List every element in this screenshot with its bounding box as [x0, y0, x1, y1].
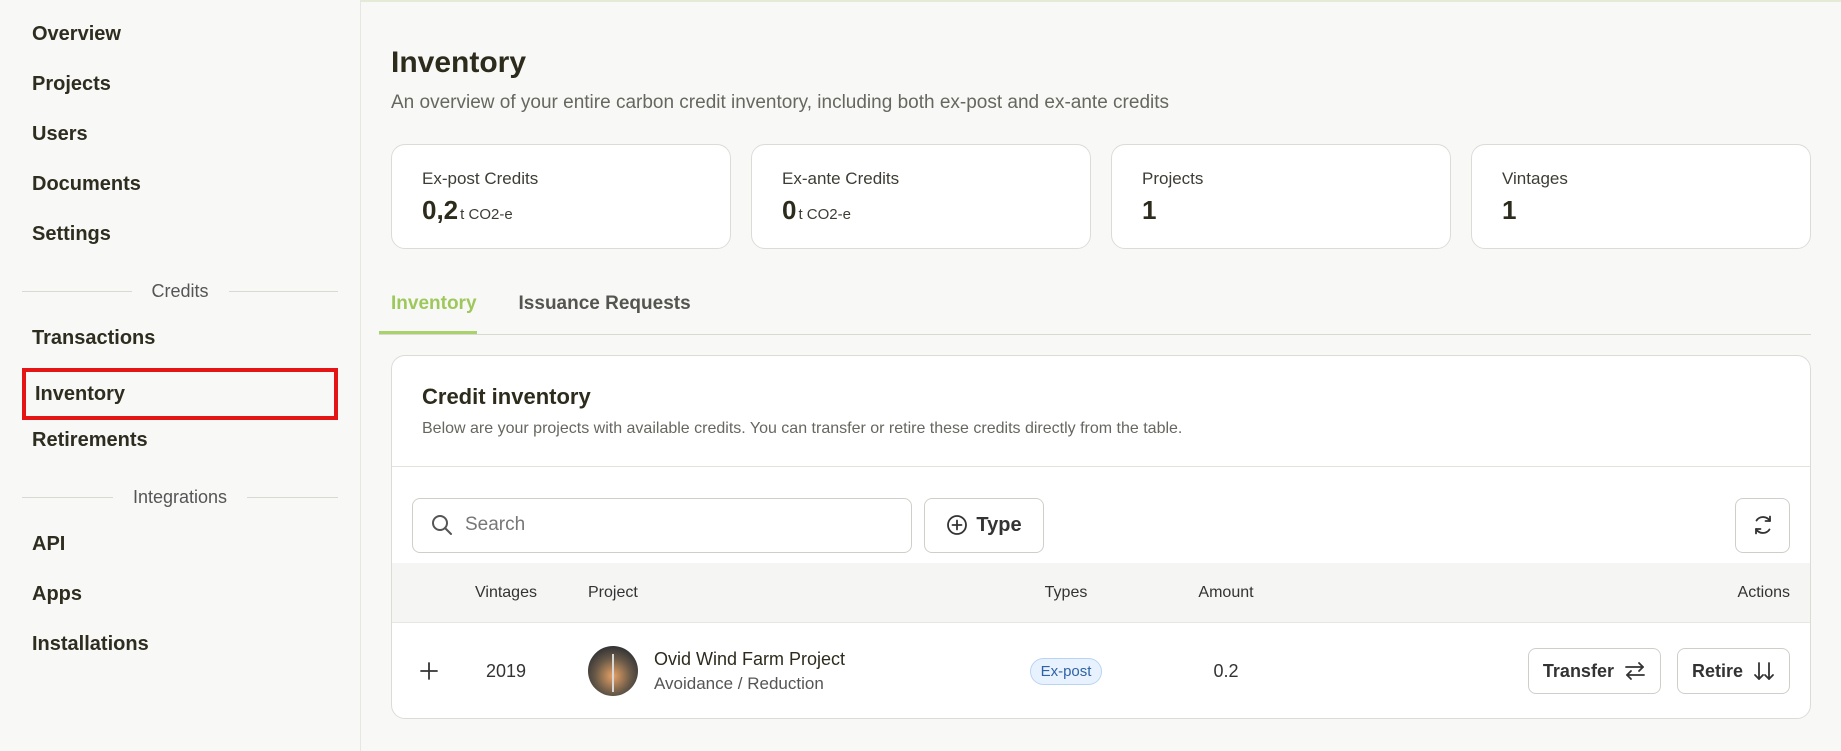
cell-project: Ovid Wind Farm Project Avoidance / Reduc…	[546, 646, 986, 696]
stats-row: Ex-post Credits 0,2 t CO2-e Ex-ante Credi…	[391, 144, 1811, 249]
sidebar-item-projects[interactable]: Projects	[0, 64, 360, 114]
type-filter-button[interactable]: Type	[924, 497, 1044, 553]
type-filter-label: Type	[976, 513, 1022, 536]
stat-card-projects: Projects 1	[1111, 144, 1451, 249]
stat-unit: t CO2-e	[460, 206, 513, 223]
cell-actions: Transfer Retire	[1306, 648, 1810, 694]
section-label-integrations: Integrations	[132, 486, 228, 507]
table-header: Vintages Project Types Amount Actions	[392, 563, 1810, 623]
divider-line	[247, 496, 338, 498]
sidebar-item-transactions[interactable]: Transactions	[0, 318, 360, 368]
divider-line	[22, 496, 113, 498]
expand-row-button[interactable]	[392, 661, 466, 681]
transfer-button[interactable]: Transfer	[1527, 648, 1661, 694]
project-category: Avoidance / Reduction	[654, 673, 824, 693]
sidebar-item-inventory[interactable]: Inventory	[22, 368, 338, 420]
sidebar-item-api[interactable]: API	[0, 524, 360, 574]
panel-header: Credit inventory Below are your projects…	[392, 356, 1810, 467]
cell-types: Ex-post	[986, 657, 1146, 685]
th-amount: Amount	[1198, 583, 1254, 601]
th-actions: Actions	[1737, 583, 1790, 601]
stat-card-ex-ante: Ex-ante Credits 0t CO2-e	[751, 144, 1091, 249]
sidebar-item-documents[interactable]: Documents	[0, 164, 360, 214]
stat-label: Ex-ante Credits	[782, 169, 900, 188]
stat-card-ex-post: Ex-post Credits 0,2 t CO2-e	[391, 144, 731, 249]
stat-number: 1	[1502, 195, 1517, 225]
transfer-label: Transfer	[1542, 660, 1614, 681]
stat-number: 1	[1142, 195, 1157, 225]
sidebar-item-apps[interactable]: Apps	[0, 574, 360, 624]
stat-value: 1	[1142, 195, 1420, 226]
section-label-credits: Credits	[151, 280, 209, 301]
retire-button[interactable]: Retire	[1676, 648, 1790, 694]
divider-line	[22, 290, 132, 292]
th-vintages: Vintages	[475, 583, 537, 601]
project-thumbnail	[588, 646, 638, 696]
retire-label: Retire	[1691, 660, 1743, 681]
panel-description: Below are your projects with available c…	[422, 420, 1183, 437]
stat-value: 0t CO2-e	[782, 195, 1060, 226]
refresh-button[interactable]	[1735, 497, 1790, 553]
page-title: Inventory	[391, 46, 527, 79]
sidebar-item-users[interactable]: Users	[0, 114, 360, 164]
stat-number: 0	[782, 195, 797, 225]
table-toolbar: Type	[392, 467, 1810, 563]
divider-line	[228, 290, 339, 292]
th-types: Types	[1044, 583, 1088, 601]
project-text: Ovid Wind Farm Project Avoidance / Reduc…	[654, 649, 845, 694]
plus-circle-icon	[947, 515, 968, 535]
th-project: Project	[588, 583, 638, 601]
stat-label: Projects	[1142, 169, 1204, 188]
stat-label: Ex-post Credits	[422, 169, 539, 188]
tab-issuance-requests[interactable]: Issuance Requests	[519, 279, 691, 334]
sidebar-item-retirements[interactable]: Retirements	[0, 420, 360, 470]
stat-label: Vintages	[1502, 169, 1568, 188]
stat-number: 0,2	[422, 195, 459, 225]
page-subtitle: An overview of your entire carbon credit…	[391, 92, 1170, 113]
stat-unit: t CO2-e	[798, 206, 851, 223]
sidebar-item-overview[interactable]: Overview	[0, 14, 360, 64]
section-divider-integrations: Integrations	[0, 470, 360, 524]
stat-card-vintages: Vintages 1	[1471, 144, 1811, 249]
main-content: Inventory An overview of your entire car…	[361, 0, 1841, 751]
stat-value: 1	[1502, 195, 1780, 226]
sidebar-item-installations[interactable]: Installations	[0, 624, 360, 674]
type-badge: Ex-post	[1029, 657, 1103, 685]
stat-value: 0,2 t CO2-e	[422, 195, 700, 226]
search-input[interactable]	[465, 514, 885, 536]
table-row: 2019 Ovid Wind Farm Project Avoidance / …	[392, 623, 1810, 718]
section-divider-credits: Credits	[0, 264, 360, 318]
refresh-icon	[1754, 515, 1771, 535]
app: Overview Projects Users Documents Settin…	[0, 0, 1841, 751]
retire-arrows-icon	[1754, 662, 1774, 680]
tab-inventory[interactable]: Inventory	[379, 279, 477, 334]
credit-inventory-panel: Credit inventory Below are your projects…	[391, 355, 1811, 719]
sidebar: Overview Projects Users Documents Settin…	[0, 0, 361, 751]
project-name[interactable]: Ovid Wind Farm Project	[654, 649, 845, 670]
sidebar-item-settings[interactable]: Settings	[0, 214, 360, 264]
cell-vintage: 2019	[485, 660, 527, 681]
search-box[interactable]	[412, 497, 912, 553]
panel-title: Credit inventory	[422, 384, 591, 409]
transfer-arrows-icon	[1625, 662, 1645, 680]
tab-bar: Inventory Issuance Requests	[379, 279, 1811, 335]
cell-amount: 0.2	[1213, 660, 1239, 681]
search-icon	[432, 515, 452, 535]
plus-icon	[420, 662, 438, 680]
